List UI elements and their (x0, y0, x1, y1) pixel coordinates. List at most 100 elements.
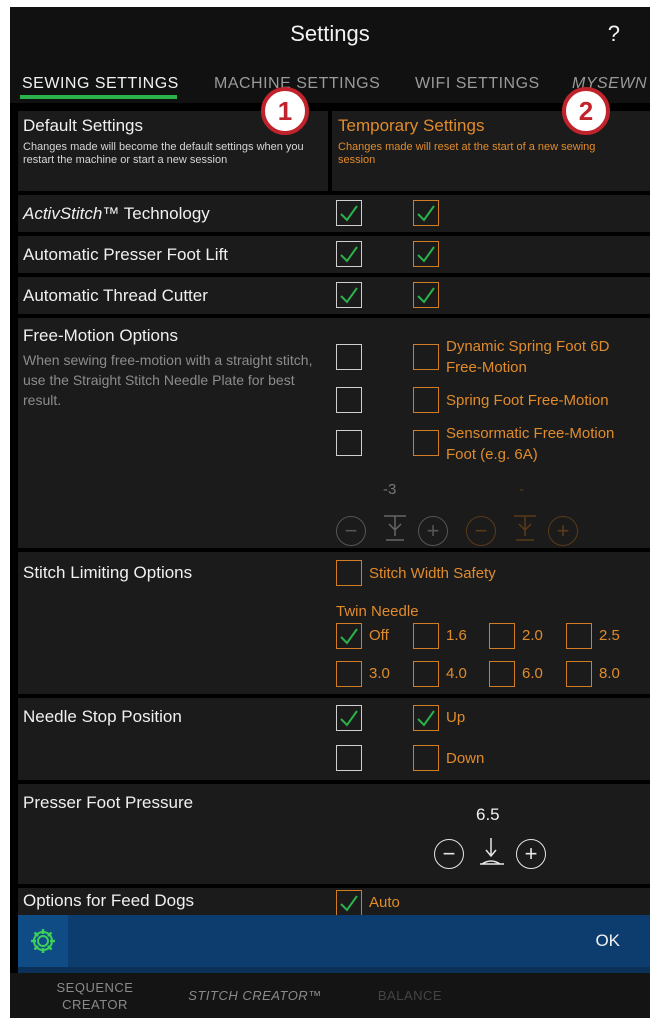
gear-button[interactable] (18, 915, 68, 967)
free-motion-default-checkbox-1[interactable] (336, 344, 362, 370)
page-title: Settings (290, 21, 370, 46)
thread-cutter-temporary-checkbox[interactable] (413, 282, 439, 308)
needle-stop-label: Needle Stop Position (23, 707, 182, 726)
twin-needle-2-0-checkbox[interactable] (489, 623, 515, 649)
feed-dogs-row: Options for Feed Dogs Auto (18, 888, 650, 916)
free-motion-default-checkbox-2[interactable] (336, 387, 362, 413)
checkmark-icon (417, 205, 435, 222)
free-motion-description: When sewing free-motion with a straight … (23, 352, 313, 408)
active-tab-indicator (20, 95, 177, 99)
tab-sewing-settings[interactable]: SEWING SETTINGS (22, 75, 179, 93)
twin-needle-2-0-label: 2.0 (522, 627, 543, 644)
presser-foot-pressure-decrease-button[interactable]: − (434, 839, 464, 869)
settings-screen: Settings ? SEWING SETTINGS MACHINE SETTI… (10, 7, 650, 1018)
feed-dogs-label: Options for Feed Dogs (23, 891, 195, 910)
needle-stop-down-label: Down (446, 750, 485, 767)
presser-foot-height-temporary-icon (508, 510, 542, 551)
free-motion-temporary-checkbox-2[interactable] (413, 387, 439, 413)
title-bar: Settings ? (10, 7, 650, 61)
footer-balance[interactable]: BALANCE (360, 988, 460, 1003)
free-motion-option-label-1: Dynamic Spring Foot 6D Free-Motion (446, 338, 610, 376)
temporary-settings-description: Changes made will reset at the start of … (338, 141, 596, 166)
needle-stop-up-label: Up (446, 709, 466, 726)
default-settings-title: Default Settings (23, 116, 144, 135)
activstitch-label: ActivStitch™ Technology (23, 204, 210, 224)
stitch-width-safety-label: Stitch Width Safety (369, 565, 496, 582)
presser-foot-lift-row: Automatic Presser Foot Lift (18, 236, 650, 273)
checkmark-icon (340, 710, 358, 727)
twin-needle-8-0-checkbox[interactable] (566, 661, 592, 687)
needle-stop-up-temporary-checkbox[interactable] (413, 705, 439, 731)
tab-wifi-settings[interactable]: WIFI SETTINGS (415, 75, 540, 93)
free-motion-increase-button[interactable]: + (418, 516, 448, 546)
twin-needle-3-0-checkbox[interactable] (336, 661, 362, 687)
checkmark-icon (417, 287, 435, 304)
footer-sequence-creator-line2: CREATOR (62, 997, 128, 1012)
presser-foot-icon (474, 834, 508, 877)
checkmark-icon (340, 287, 358, 304)
free-motion-height-value-temporary: - (519, 481, 524, 498)
help-button[interactable]: ? (608, 21, 620, 47)
needle-stop-down-temporary-checkbox[interactable] (413, 745, 439, 771)
footer-sequence-creator-line1: SEQUENCE (56, 980, 134, 995)
callout-marker-2: 2 (562, 87, 610, 135)
footer-sequence-creator[interactable]: SEQUENCE CREATOR (50, 979, 140, 1013)
checkmark-icon (417, 710, 435, 727)
twin-needle-1-6-checkbox[interactable] (413, 623, 439, 649)
free-motion-temporary-increase-button[interactable]: + (548, 516, 578, 546)
feed-dogs-auto-checkbox[interactable] (336, 890, 362, 916)
callout-marker-1: 1 (261, 87, 309, 135)
presser-foot-pressure-panel: Presser Foot Pressure 6.5 − + (18, 784, 650, 884)
activstitch-label-italic: ActivStitch (23, 204, 103, 223)
bottom-action-bar: OK (18, 915, 650, 967)
twin-needle-2-5-checkbox[interactable] (566, 623, 592, 649)
checkmark-icon (417, 246, 435, 263)
free-motion-decrease-button[interactable]: − (336, 516, 366, 546)
checkmark-icon (340, 895, 358, 912)
presser-foot-height-icon (378, 510, 412, 551)
presser-foot-pressure-label: Presser Foot Pressure (23, 793, 194, 812)
feed-dogs-auto-label: Auto (369, 894, 400, 911)
stitch-limiting-panel: Stitch Limiting Options Stitch Width Saf… (18, 552, 650, 694)
ok-button[interactable]: OK (595, 931, 620, 951)
activstitch-temporary-checkbox[interactable] (413, 200, 439, 226)
footer-stitch-creator[interactable]: STITCH CREATOR™ (180, 988, 330, 1003)
gear-icon (31, 929, 55, 953)
presser-foot-lift-default-checkbox[interactable] (336, 241, 362, 267)
twin-needle-3-0-label: 3.0 (369, 665, 390, 682)
needle-stop-down-default-checkbox[interactable] (336, 745, 362, 771)
activstitch-row: ActivStitch™ Technology (18, 195, 650, 232)
checkmark-icon (340, 246, 358, 263)
free-motion-height-value: -3 (383, 481, 397, 498)
twin-needle-6-0-checkbox[interactable] (489, 661, 515, 687)
activstitch-label-rest: ™ Technology (102, 204, 210, 223)
thread-cutter-default-checkbox[interactable] (336, 282, 362, 308)
footer-nav: SEQUENCE CREATOR STITCH CREATOR™ BALANCE (10, 973, 650, 1018)
free-motion-panel: Free-Motion Options When sewing free-mot… (18, 318, 650, 548)
free-motion-temporary-checkbox-1[interactable] (413, 344, 439, 370)
twin-needle-4-0-label: 4.0 (446, 665, 467, 682)
default-settings-description: Changes made will become the default set… (23, 141, 304, 166)
presser-foot-lift-label: Automatic Presser Foot Lift (23, 245, 229, 264)
stitch-width-safety-checkbox[interactable] (336, 560, 362, 586)
temporary-settings-title: Temporary Settings (338, 116, 485, 135)
twin-needle-6-0-label: 6.0 (522, 665, 543, 682)
activstitch-default-checkbox[interactable] (336, 200, 362, 226)
free-motion-temporary-checkbox-3[interactable] (413, 430, 439, 456)
needle-stop-panel: Needle Stop Position Up Down (18, 698, 650, 780)
twin-needle-off-checkbox[interactable] (336, 623, 362, 649)
checkmark-icon (340, 628, 358, 645)
free-motion-option-label-2: Spring Foot Free-Motion (446, 392, 609, 409)
twin-needle-label: Twin Needle (336, 603, 419, 620)
free-motion-temporary-decrease-button[interactable]: − (466, 516, 496, 546)
thread-cutter-label: Automatic Thread Cutter (23, 286, 208, 305)
twin-needle-off-label: Off (369, 627, 389, 644)
needle-stop-up-default-checkbox[interactable] (336, 705, 362, 731)
presser-foot-pressure-increase-button[interactable]: + (516, 839, 546, 869)
twin-needle-4-0-checkbox[interactable] (413, 661, 439, 687)
presser-foot-lift-temporary-checkbox[interactable] (413, 241, 439, 267)
thread-cutter-row: Automatic Thread Cutter (18, 277, 650, 314)
twin-needle-1-6-label: 1.6 (446, 627, 467, 644)
free-motion-default-checkbox-3[interactable] (336, 430, 362, 456)
free-motion-option-label-3: Sensormatic Free-Motion Foot (e.g. 6A) (446, 425, 615, 463)
